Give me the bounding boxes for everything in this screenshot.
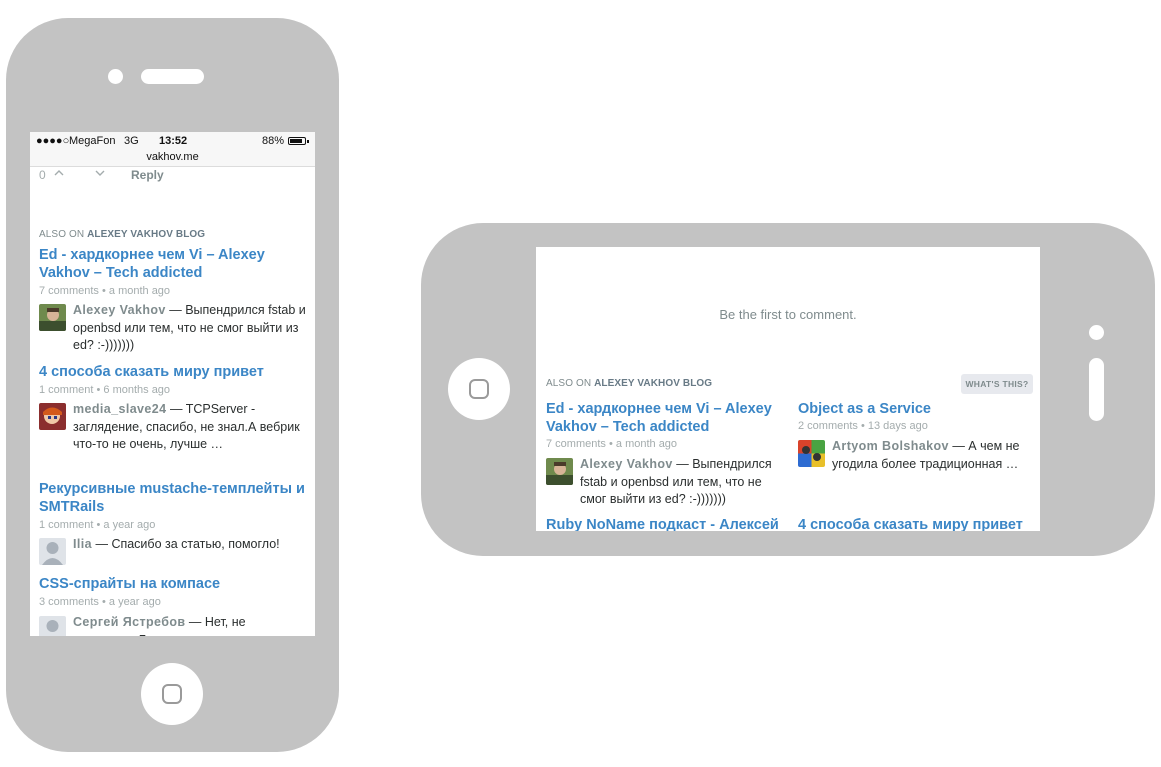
speaker-grille-icon: [1089, 358, 1104, 421]
also-on-header: ALSO ON ALEXEY VAKHOV BLOG: [39, 229, 205, 240]
comment-excerpt[interactable]: Ilia — Спасибо за статью, помогло!: [73, 536, 310, 554]
avatar[interactable]: [39, 538, 66, 565]
comment-count[interactable]: 1 comment: [39, 519, 93, 531]
avatar[interactable]: [546, 458, 573, 485]
comment-author[interactable]: media_slave24: [73, 402, 166, 416]
clock-time: 13:52: [159, 135, 188, 147]
avatar[interactable]: [39, 616, 66, 636]
home-square-icon: [162, 684, 182, 704]
discussion-title[interactable]: Рекурсивные mustache-темплейты и SMTRail…: [39, 480, 309, 516]
chevron-up-icon[interactable]: [53, 168, 65, 181]
comment-excerpt[interactable]: Artyom Bolshakov — А чем не угодила боле…: [832, 438, 1032, 473]
also-on-prefix: ALSO ON: [546, 378, 592, 389]
discussion-title[interactable]: CSS-спрайты на компасе: [39, 575, 309, 593]
discussion-title[interactable]: Ed - хардкорнее чем Vi – Alexey Vakhov –…: [546, 400, 781, 436]
comment-author[interactable]: Alexey Vakhov: [73, 303, 166, 317]
discussion-title[interactable]: Object as a Service: [798, 400, 1028, 418]
home-button[interactable]: [141, 663, 203, 725]
discussion-title[interactable]: Ruby NoName подкаст - Алексей: [546, 516, 786, 531]
also-on-header: ALSO ON ALEXEY VAKHOV BLOG: [546, 378, 712, 389]
network-type: 3G: [124, 135, 139, 147]
comment-excerpt[interactable]: Сергей Ястребов — Нет, не учитывает. Ген…: [73, 614, 310, 636]
post-age: a month ago: [108, 285, 171, 297]
battery-percent: 88%: [262, 135, 285, 147]
comment-count[interactable]: 1 comment: [39, 384, 93, 396]
comment-author[interactable]: Alexey Vakhov: [580, 457, 673, 471]
phone-landscape-frame: Be the first to comment. ALSO ON ALEXEY …: [421, 223, 1155, 556]
front-camera-icon: [108, 69, 123, 84]
comment-author[interactable]: Сергей Ястребов: [73, 615, 185, 629]
also-on-site[interactable]: ALEXEY VAKHOV BLOG: [87, 229, 205, 240]
avatar[interactable]: [39, 403, 66, 430]
ios-status-bar: ●●●●○ MegaFon 3G 13:52 88% vakhov.me: [30, 132, 315, 167]
signal-strength-icon: ●●●●○: [36, 135, 70, 147]
empty-comments-message: Be the first to comment.: [719, 307, 857, 322]
discussion-meta: 1 comment • 6 months ago: [39, 384, 171, 396]
whats-this-button[interactable]: WHAT'S THIS?: [961, 374, 1033, 394]
portrait-screen: ●●●●○ MegaFon 3G 13:52 88% vakhov.me 0 R…: [30, 132, 315, 636]
discussion-meta: 7 comments • a month ago: [39, 285, 171, 297]
speaker-grille-icon: [141, 69, 204, 84]
home-button[interactable]: [448, 358, 510, 420]
comment-author[interactable]: Ilia: [73, 537, 92, 551]
comment-count[interactable]: 3 comments: [39, 596, 99, 608]
discussion-meta: 2 comments • 13 days ago: [798, 420, 928, 432]
battery-icon: [288, 137, 306, 145]
discussion-meta: 1 comment • a year ago: [39, 519, 156, 531]
vote-count: 0: [39, 168, 46, 182]
battery-tip: [307, 140, 309, 143]
carrier-name: MegaFon: [69, 135, 116, 147]
discussion-meta: 3 comments • a year ago: [39, 596, 161, 608]
comment-excerpt[interactable]: media_slave24 — TCPServer - заглядение, …: [73, 401, 310, 454]
comment-count[interactable]: 7 comments: [39, 285, 99, 297]
post-age: a year ago: [108, 596, 161, 608]
landscape-screen: Be the first to comment. ALSO ON ALEXEY …: [536, 247, 1040, 531]
also-on-site[interactable]: ALEXEY VAKHOV BLOG: [594, 378, 712, 389]
post-age: 6 months ago: [103, 384, 171, 396]
address-url[interactable]: vakhov.me: [30, 151, 315, 163]
discussion-meta: 7 comments • a month ago: [546, 438, 678, 450]
comment-vote-row: 0 Reply: [39, 168, 239, 184]
comment-excerpt[interactable]: Alexey Vakhov — Выпендрился fstab и open…: [580, 456, 780, 509]
post-age: a year ago: [103, 519, 156, 531]
comment-text: Спасибо за статью, помогло!: [111, 537, 280, 551]
front-camera-icon: [1089, 325, 1104, 340]
post-age: 13 days ago: [867, 420, 928, 432]
also-on-prefix: ALSO ON: [39, 229, 85, 240]
reply-button[interactable]: Reply: [131, 168, 164, 182]
discussion-title[interactable]: 4 способа сказать миру привет: [798, 516, 1038, 531]
avatar[interactable]: [39, 304, 66, 331]
comment-author[interactable]: Artyom Bolshakov: [832, 439, 949, 453]
chevron-down-icon[interactable]: [94, 168, 106, 181]
discussion-title[interactable]: 4 способа сказать миру привет: [39, 363, 299, 381]
discussion-title[interactable]: Ed - хардкорнее чем Vi – Alexey Vakhov –…: [39, 246, 289, 282]
post-age: a month ago: [615, 438, 678, 450]
comment-count[interactable]: 2 comments: [798, 420, 858, 432]
home-square-icon: [469, 379, 489, 399]
avatar[interactable]: [798, 440, 825, 467]
phone-portrait-frame: ●●●●○ MegaFon 3G 13:52 88% vakhov.me 0 R…: [6, 18, 339, 752]
comment-count[interactable]: 7 comments: [546, 438, 606, 450]
comment-excerpt[interactable]: Alexey Vakhov — Выпендрился fstab и open…: [73, 302, 310, 355]
